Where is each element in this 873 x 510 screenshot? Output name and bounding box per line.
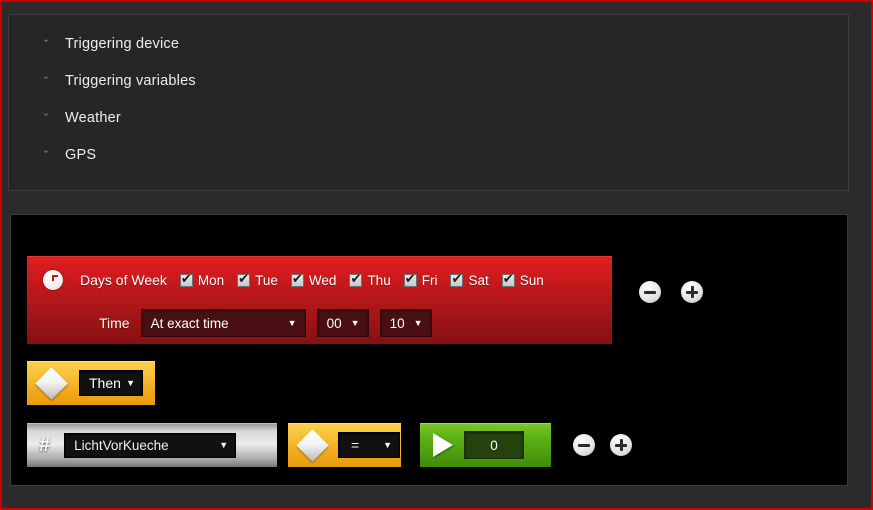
day-label-wed: Wed [308,272,337,288]
collapse-item-label: GPS [65,146,97,163]
checkbox-tue[interactable] [237,272,251,288]
checkbox-mon[interactable] [179,272,193,288]
checkbox-sat[interactable] [450,272,464,288]
day-checkbox-tue[interactable]: Tue [237,272,278,288]
day-label-sat: Sat [468,272,489,288]
diamond-icon [296,428,329,462]
plus-icon-vertical [690,286,694,298]
rule-editor-panel: Days of Week Mon Tue Wed Thu [10,214,848,486]
collapse-item-triggering-variables[interactable]: ˇ Triggering variables [9,62,848,99]
remove-trigger-button[interactable] [639,281,661,303]
days-of-week-label: Days of Week [80,272,167,288]
day-label-sun: Sun [519,272,544,288]
collapse-item-label: Weather [65,109,121,126]
clock-icon [43,270,63,290]
collapse-item-triggering-device[interactable]: ˇ Triggering device [9,25,848,62]
day-label-tue: Tue [255,272,278,288]
add-action-button[interactable] [610,434,632,456]
operator-block[interactable]: = ▼ [288,423,401,467]
chevron-down-icon: ▼ [219,440,229,450]
chevron-down-icon: ˇ [42,75,50,86]
chevron-down-icon: ▼ [383,440,392,450]
collapse-item-gps[interactable]: ˇ GPS [9,136,848,173]
checkbox-wed[interactable] [290,272,304,288]
hash-icon: # [39,434,51,456]
day-checkbox-thu[interactable]: Thu [349,272,391,288]
chevron-down-icon: ˇ [42,112,50,123]
variable-value: LichtVorKueche [74,437,169,453]
time-minute-value: 10 [389,315,405,331]
checkbox-fri[interactable] [403,272,417,288]
then-select[interactable]: Then ▼ [79,370,143,396]
then-block[interactable]: Then ▼ [27,361,155,405]
day-label-thu: Thu [367,272,391,288]
day-label-fri: Fri [421,272,438,288]
day-label-mon: Mon [197,272,225,288]
chevron-down-icon: ˇ [42,149,50,160]
time-mode-select[interactable]: At exact time ▼ [140,309,306,337]
chevron-down-icon: ▼ [413,318,423,328]
application-window: ˇ Triggering device ˇ Triggering variabl… [0,0,873,510]
minus-icon [578,444,590,447]
chevron-down-icon: ▼ [126,378,135,388]
chevron-down-icon: ˇ [42,38,50,49]
days-of-week-row: Days of Week Mon Tue Wed Thu [27,256,612,304]
day-checkbox-sun[interactable]: Sun [501,272,544,288]
collapse-item-label: Triggering variables [65,72,196,89]
chevron-down-icon: ▼ [287,318,297,328]
day-checkbox-sat[interactable]: Sat [450,272,489,288]
time-row: Time At exact time ▼ 00 ▼ 10 ▼ [27,302,612,344]
day-checkbox-mon[interactable]: Mon [179,272,225,288]
collapse-item-weather[interactable]: ˇ Weather [9,99,848,136]
diamond-icon [35,366,68,400]
time-minute-select[interactable]: 10 ▼ [379,309,432,337]
time-hour-select[interactable]: 00 ▼ [316,309,369,337]
remove-action-button[interactable] [573,434,595,456]
time-trigger-block[interactable]: Days of Week Mon Tue Wed Thu [27,256,612,344]
variable-block[interactable]: # LichtVorKueche ▼ [27,423,277,467]
time-hour-value: 00 [326,315,342,331]
chevron-down-icon: ▼ [350,318,360,328]
collapse-item-label: Triggering device [65,35,180,52]
time-label: Time [99,315,130,331]
time-mode-value: At exact time [150,315,229,331]
day-checkbox-fri[interactable]: Fri [403,272,438,288]
play-icon [433,433,453,457]
value-input[interactable]: 0 [464,431,524,459]
operator-value: = [351,437,360,453]
value-block[interactable]: 0 [420,423,551,467]
then-value: Then [89,375,121,391]
minus-icon [644,291,656,294]
checkbox-sun[interactable] [501,272,515,288]
add-trigger-button[interactable] [681,281,703,303]
variable-select[interactable]: LichtVorKueche ▼ [64,432,237,458]
day-checkbox-wed[interactable]: Wed [290,272,337,288]
operator-select[interactable]: = ▼ [338,432,400,458]
checkbox-thu[interactable] [349,272,363,288]
trigger-categories-panel: ˇ Triggering device ˇ Triggering variabl… [8,14,849,191]
plus-icon-vertical [619,439,623,451]
